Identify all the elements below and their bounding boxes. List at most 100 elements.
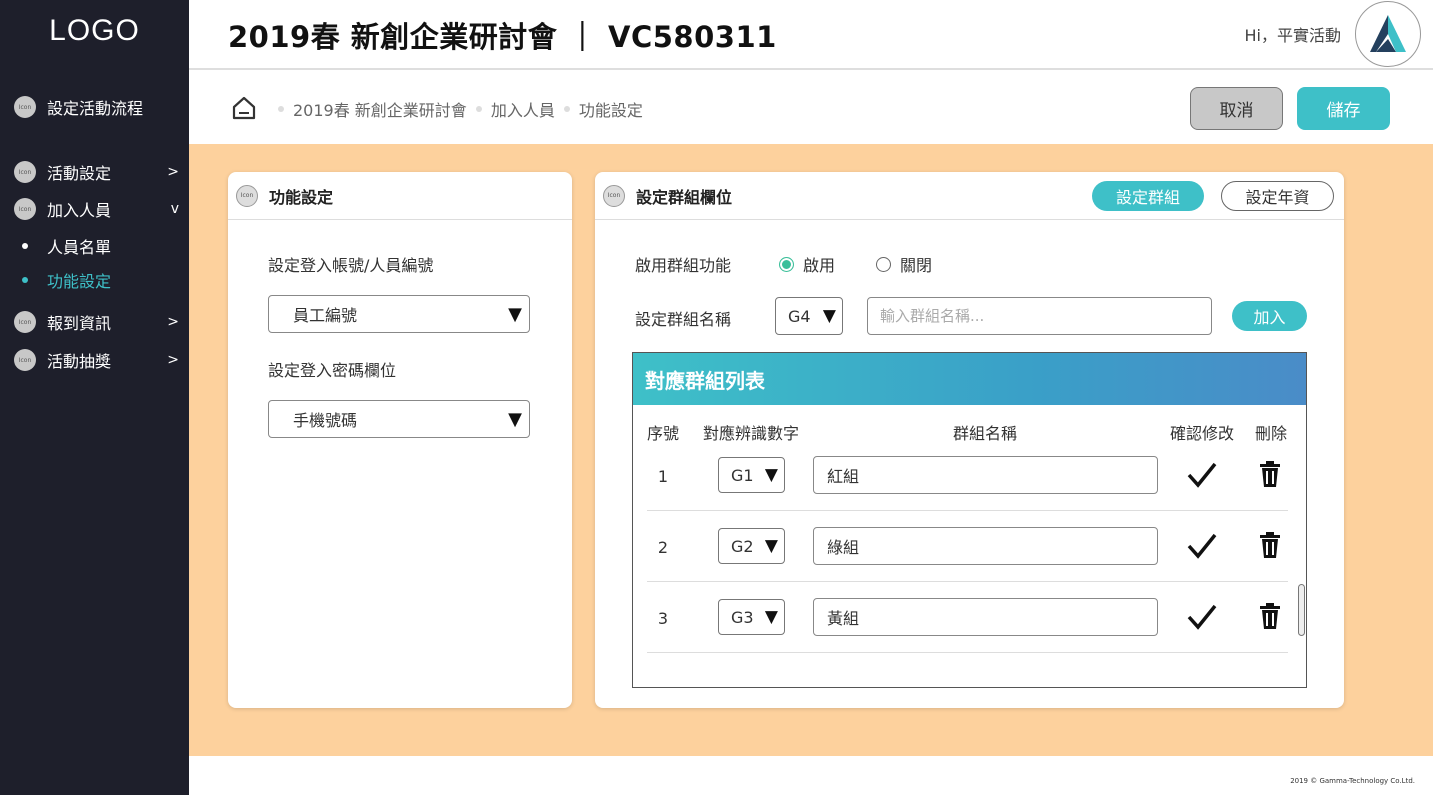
sidebar-item-lottery[interactable]: Icon 活動抽獎 > (14, 348, 179, 372)
group-name-label: 設定群組名稱 (635, 310, 732, 329)
sidebar-item-activity-flow[interactable]: Icon 設定活動流程 (14, 95, 179, 119)
bullet-icon (22, 277, 28, 283)
tab-seniority-settings[interactable]: 設定年資 (1221, 181, 1334, 211)
dropdown-arrow-icon: ▼ (508, 304, 522, 325)
breadcrumb-item[interactable]: 2019春 新創企業研討會 (293, 97, 467, 121)
column-header-code: 對應辨識數字 (703, 424, 800, 443)
row-divider (647, 652, 1288, 653)
sidebar-item-add-members[interactable]: Icon 加入人員 v (14, 197, 179, 221)
radio-disable[interactable]: 關閉 (876, 252, 932, 276)
trash-icon[interactable] (1259, 460, 1281, 488)
radio-label: 啟用 (803, 256, 836, 275)
group-name-input[interactable] (867, 297, 1212, 335)
account-select[interactable]: 員工編號 ▼ (268, 295, 530, 333)
row-code-value: G1 (731, 465, 754, 485)
table-scrollbar[interactable] (1298, 584, 1305, 636)
placeholder-icon: Icon (14, 198, 36, 220)
row-number: 1 (657, 467, 669, 486)
breadcrumb-separator (475, 106, 482, 112)
account-field-label: 設定登入帳號/人員編號 (268, 256, 434, 275)
cancel-button[interactable]: 取消 (1190, 87, 1283, 130)
breadcrumb-item[interactable]: 加入人員 (491, 97, 555, 121)
trash-icon[interactable] (1259, 602, 1281, 630)
sidebar-item-activity-settings[interactable]: Icon 活動設定 > (14, 160, 179, 184)
row-name-field[interactable]: 綠組 (813, 527, 1158, 565)
sidebar-subitem-label: 功能設定 (47, 272, 112, 291)
header: 2019春 新創企業研討會 ｜ VC580311 Hi，平實活動 (189, 0, 1433, 70)
placeholder-icon: Icon (14, 96, 36, 118)
radio-selected-icon (779, 256, 794, 272)
table-title: 對應群組列表 (633, 353, 1306, 405)
row-divider (647, 581, 1288, 582)
content-area: Icon 功能設定 設定登入帳號/人員編號 員工編號 ▼ 設定登入密碼欄位 手機… (189, 144, 1433, 756)
column-header-number: 序號 (647, 424, 680, 443)
chevron-right-icon: > (167, 314, 179, 330)
chevron-right-icon: > (167, 352, 179, 368)
breadcrumb-separator (278, 106, 284, 112)
sidebar-item-checkin-info[interactable]: Icon 報到資訊 > (14, 310, 179, 334)
row-code-select[interactable]: G3 ▼ (718, 599, 785, 635)
row-divider (647, 510, 1288, 511)
password-select-value: 手機號碼 (293, 411, 358, 430)
column-header-confirm: 確認修改 (1170, 424, 1235, 443)
placeholder-icon: Icon (603, 184, 625, 207)
group-settings-card: Icon 設定群組欄位 設定群組 設定年資 啟用群組功能 啟用 關閉 設定群組名… (595, 172, 1344, 708)
row-code-value: G3 (731, 607, 754, 627)
sidebar-subitem-member-list[interactable]: 人員名單 (22, 235, 111, 257)
dropdown-arrow-icon: ▼ (764, 536, 778, 556)
placeholder-icon: Icon (14, 349, 36, 371)
group-code-value: G4 (788, 306, 811, 326)
page-title: 2019春 新創企業研討會 ｜ VC580311 (228, 20, 777, 54)
placeholder-icon: Icon (14, 161, 36, 183)
row-code-select[interactable]: G2 ▼ (718, 528, 785, 564)
breadcrumb: 2019春 新創企業研討會 加入人員 功能設定 (269, 97, 643, 121)
card-title: 設定群組欄位 (636, 187, 733, 207)
home-icon[interactable] (231, 95, 257, 121)
row-number: 2 (657, 538, 669, 557)
sidebar-item-label: 加入人員 (47, 201, 112, 220)
group-list-table: 對應群組列表 序號 對應辨識數字 群組名稱 確認修改 刪除 1 G1 ▼ 紅組 … (632, 352, 1307, 688)
radio-unselected-icon (876, 256, 891, 272)
card-header: Icon 功能設定 (228, 172, 572, 220)
check-icon[interactable] (1187, 461, 1217, 489)
sidebar-subitem-function-settings[interactable]: 功能設定 (22, 269, 111, 291)
radio-label: 關閉 (900, 256, 933, 275)
breadcrumb-item-current: 功能設定 (578, 101, 643, 120)
radio-enable[interactable]: 啟用 (779, 252, 835, 276)
placeholder-icon: Icon (236, 184, 258, 207)
row-number: 3 (657, 609, 669, 628)
row-code-value: G2 (731, 536, 754, 556)
check-icon[interactable] (1187, 532, 1217, 560)
row-name-field[interactable]: 紅組 (813, 456, 1158, 494)
card-title: 功能設定 (269, 187, 334, 207)
avatar[interactable] (1355, 1, 1421, 67)
brand-logo-icon (1370, 15, 1406, 52)
dropdown-arrow-icon: ▼ (822, 306, 836, 326)
check-icon[interactable] (1187, 603, 1217, 631)
sidebar: LOGO Icon 設定活動流程 Icon 活動設定 > Icon 加入人員 v… (0, 0, 189, 795)
account-select-value: 員工編號 (293, 306, 358, 325)
sidebar-item-label: 活動抽獎 (47, 352, 112, 371)
sidebar-item-label: 活動設定 (47, 164, 112, 183)
group-code-select[interactable]: G4 ▼ (775, 297, 843, 335)
bullet-icon (22, 243, 28, 249)
row-code-select[interactable]: G1 ▼ (718, 457, 785, 493)
dropdown-arrow-icon: ▼ (764, 607, 778, 627)
enable-group-label: 啟用群組功能 (635, 256, 732, 275)
trash-icon[interactable] (1259, 531, 1281, 559)
user-greeting: Hi，平實活動 (1244, 26, 1341, 45)
dropdown-arrow-icon: ▼ (508, 409, 522, 430)
placeholder-icon: Icon (14, 311, 36, 333)
password-select[interactable]: 手機號碼 ▼ (268, 400, 530, 438)
tab-group-settings[interactable]: 設定群組 (1092, 181, 1204, 211)
breadcrumb-separator (563, 106, 570, 112)
column-header-delete: 刪除 (1255, 424, 1288, 443)
save-button[interactable]: 儲存 (1297, 87, 1390, 130)
dropdown-arrow-icon: ▼ (764, 465, 778, 485)
sidebar-item-label: 報到資訊 (47, 314, 112, 333)
add-group-button[interactable]: 加入 (1232, 301, 1307, 331)
chevron-down-icon: v (170, 201, 179, 217)
row-name-field[interactable]: 黃組 (813, 598, 1158, 636)
function-settings-card: Icon 功能設定 設定登入帳號/人員編號 員工編號 ▼ 設定登入密碼欄位 手機… (228, 172, 572, 708)
chevron-right-icon: > (167, 164, 179, 180)
